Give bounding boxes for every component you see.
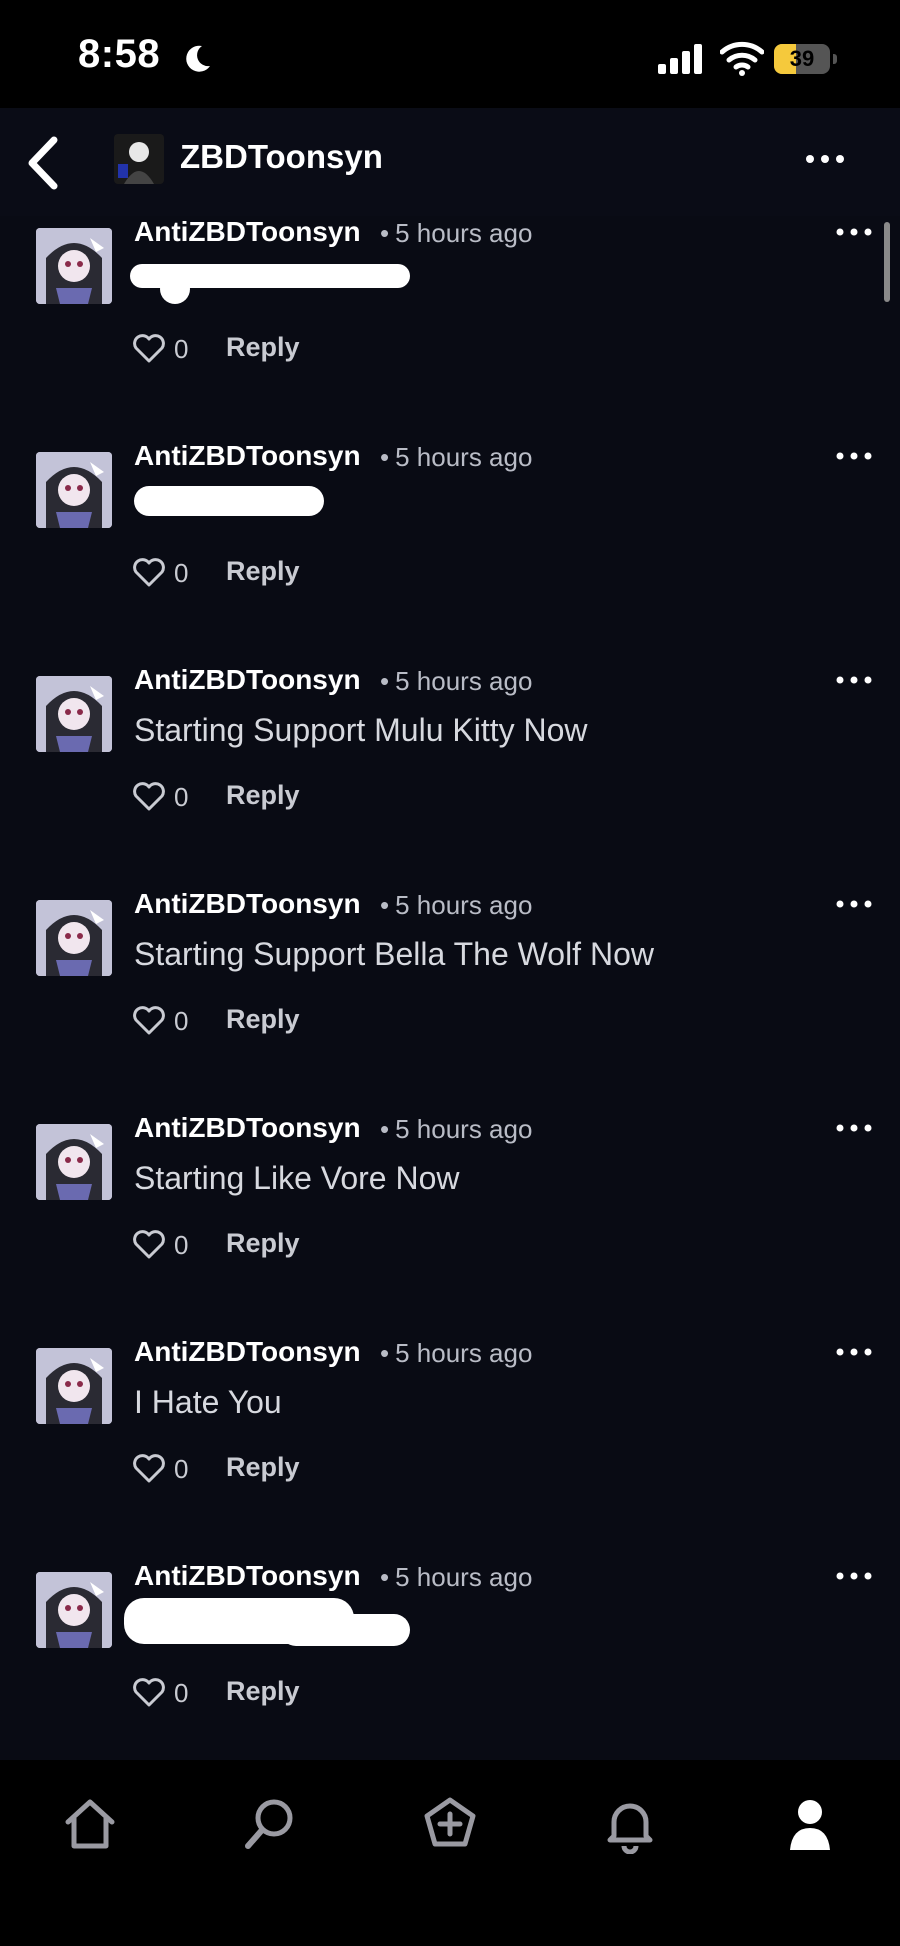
comment-time-text: 5 hours ago [395, 442, 533, 472]
reply-button[interactable]: Reply [226, 1452, 300, 1483]
comment-author[interactable]: AntiZBDToonsyn [134, 1336, 361, 1368]
avatar[interactable] [36, 452, 112, 528]
wifi-icon [720, 41, 764, 76]
comment-item: AntiZBDToonsyn • 5 hours ago Starting Lik… [0, 1110, 900, 1334]
battery-percent: 39 [789, 46, 815, 71]
heart-icon[interactable] [132, 334, 166, 364]
battery-indicator: 39 [774, 44, 838, 76]
status-bar: 8:58 39 [0, 0, 900, 108]
avatar[interactable] [36, 900, 112, 976]
like-count: 0 [174, 782, 189, 812]
comment-author[interactable]: AntiZBDToonsyn [134, 664, 361, 696]
like-count: 0 [174, 1230, 189, 1260]
comment-author[interactable]: AntiZBDToonsyn [134, 440, 361, 472]
comment-time: • 5 hours ago [380, 1338, 533, 1368]
comment-more-icon[interactable] [834, 1566, 874, 1586]
avatar[interactable] [36, 1124, 112, 1200]
like-count: 0 [174, 1006, 189, 1036]
reply-button[interactable]: Reply [226, 1228, 300, 1259]
redaction-mark [134, 486, 324, 516]
comment-time-text: 5 hours ago [395, 218, 533, 248]
comment-text: Starting Like Vore Now [134, 1160, 460, 1196]
comment-item: AntiZBDToonsyn • 5 hours ago 0 Reply [0, 438, 900, 662]
comment-time: • 5 hours ago [380, 666, 533, 696]
comment-time: • 5 hours ago [380, 890, 533, 920]
heart-icon[interactable] [132, 1678, 166, 1708]
comment-text: Starting Support Bella The Wolf Now [134, 936, 654, 972]
avatar[interactable] [36, 1348, 112, 1424]
comment-time-text: 5 hours ago [395, 666, 533, 696]
app-header: ZBDToonsyn [0, 108, 900, 216]
reply-button[interactable]: Reply [226, 1676, 300, 1707]
avatar[interactable] [36, 676, 112, 752]
comment-author[interactable]: AntiZBDToonsyn [134, 1560, 361, 1592]
comment-text: I Hate You [134, 1384, 282, 1420]
comment-author[interactable]: AntiZBDToonsyn [134, 216, 361, 248]
heart-icon[interactable] [132, 1454, 166, 1484]
comment-more-icon[interactable] [834, 222, 874, 242]
more-options-icon[interactable] [800, 144, 850, 174]
comment-more-icon[interactable] [834, 1342, 874, 1362]
reply-button[interactable]: Reply [226, 1004, 300, 1035]
comment-item: AntiZBDToonsyn • 5 hours ago 0 Reply [0, 214, 900, 438]
comment-time-text: 5 hours ago [395, 1114, 533, 1144]
like-count: 0 [174, 334, 189, 364]
comment-more-icon[interactable] [834, 446, 874, 466]
comment-time: • 5 hours ago [380, 218, 533, 248]
comment-author[interactable]: AntiZBDToonsyn [134, 1112, 361, 1144]
heart-icon[interactable] [132, 1006, 166, 1036]
avatar[interactable] [36, 228, 112, 304]
reply-button[interactable]: Reply [226, 556, 300, 587]
heart-icon[interactable] [132, 558, 166, 588]
page-title: ZBDToonsyn [180, 138, 383, 175]
bottom-nav [0, 1760, 900, 1946]
comment-more-icon[interactable] [834, 670, 874, 690]
comment-time: • 5 hours ago [380, 1562, 533, 1592]
status-time: 8:58 [78, 32, 161, 76]
comment-text: Starting Support Mulu Kitty Now [134, 712, 588, 748]
comment-time: • 5 hours ago [380, 1114, 533, 1144]
heart-icon[interactable] [132, 782, 166, 812]
comment-more-icon[interactable] [834, 894, 874, 914]
avatar-image [114, 134, 164, 184]
search-icon[interactable] [240, 1794, 300, 1854]
comment-author[interactable]: AntiZBDToonsyn [134, 888, 361, 920]
header-avatar[interactable] [114, 134, 164, 184]
profile-icon[interactable] [780, 1794, 840, 1854]
comment-item: AntiZBDToonsyn • 5 hours ago Starting Sup… [0, 886, 900, 1110]
comment-time-text: 5 hours ago [395, 1562, 533, 1592]
reply-button[interactable]: Reply [226, 780, 300, 811]
like-count: 0 [174, 558, 189, 588]
reply-button[interactable]: Reply [226, 332, 300, 363]
comment-item: AntiZBDToonsyn • 5 hours ago 0 Reply [0, 1558, 900, 1782]
moon-icon [186, 45, 210, 72]
redaction-mark [160, 274, 190, 304]
bell-icon[interactable] [600, 1794, 660, 1854]
like-count: 0 [174, 1678, 189, 1708]
comment-item: AntiZBDToonsyn • 5 hours ago Starting Sup… [0, 662, 900, 886]
comment-item: AntiZBDToonsyn • 5 hours ago I Hate You 0… [0, 1334, 900, 1558]
heart-icon[interactable] [132, 1230, 166, 1260]
comment-time-text: 5 hours ago [395, 890, 533, 920]
home-icon[interactable] [60, 1794, 120, 1854]
comment-more-icon[interactable] [834, 1118, 874, 1138]
signal-icon [658, 44, 702, 74]
redaction-mark [280, 1614, 410, 1646]
comment-time: • 5 hours ago [380, 442, 533, 472]
avatar[interactable] [36, 1572, 112, 1648]
comment-time-text: 5 hours ago [395, 1338, 533, 1368]
like-count: 0 [174, 1454, 189, 1484]
create-icon[interactable] [420, 1794, 480, 1854]
back-button[interactable] [14, 128, 74, 198]
